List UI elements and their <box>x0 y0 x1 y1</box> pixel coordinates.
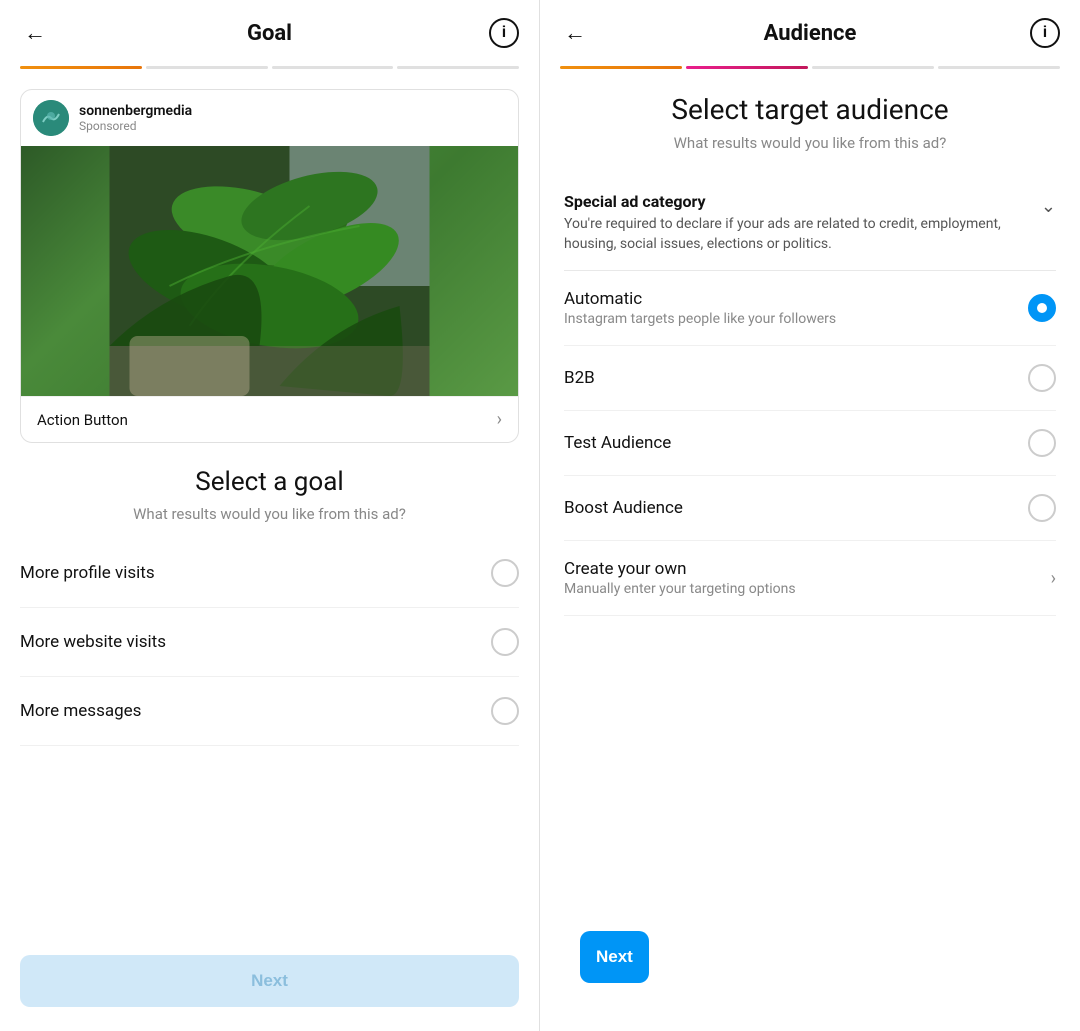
audience-subtitle: What results would you like from this ad… <box>564 134 1056 152</box>
left-title: Goal <box>247 21 292 46</box>
right-progress-seg-3 <box>812 66 934 69</box>
goal-option-messages[interactable]: More messages <box>20 677 519 746</box>
audience-title: Select target audience <box>564 93 1056 126</box>
left-progress-bar <box>0 66 539 77</box>
goal-options-list: More profile visits More website visits … <box>0 531 539 939</box>
special-ad-category-desc: You're required to declare if your ads a… <box>564 215 1029 254</box>
left-progress-seg-2 <box>146 66 268 69</box>
audience-radio-b2b <box>1028 364 1056 392</box>
select-goal-subtitle: What results would you like from this ad… <box>20 505 519 523</box>
audience-radio-boost <box>1028 494 1056 522</box>
right-info-button[interactable]: i <box>1030 18 1060 48</box>
right-progress-seg-4 <box>938 66 1060 69</box>
right-next-button[interactable]: Next <box>580 931 649 983</box>
right-progress-seg-2 <box>686 66 808 69</box>
audience-option-test[interactable]: Test Audience <box>564 411 1056 476</box>
audience-sub-create-own: Manually enter your targeting options <box>564 581 1039 597</box>
audience-sub-automatic: Instagram targets people like your follo… <box>564 311 1028 327</box>
audience-radio-automatic <box>1028 294 1056 322</box>
audience-label-automatic: Automatic <box>564 289 1028 309</box>
right-panel: ← Audience i Select target audience What… <box>540 0 1080 1031</box>
audience-option-automatic[interactable]: Automatic Instagram targets people like … <box>564 271 1056 346</box>
avatar <box>33 100 69 136</box>
left-progress-seg-3 <box>272 66 394 69</box>
ad-image <box>21 146 518 396</box>
goal-option-website-visits[interactable]: More website visits <box>20 608 519 677</box>
audience-option-b2b[interactable]: B2B <box>564 346 1056 411</box>
goal-option-label-messages: More messages <box>20 701 141 721</box>
audience-label-b2b: B2B <box>564 368 1028 388</box>
right-title: Audience <box>764 21 857 46</box>
ad-sponsored-label: Sponsored <box>79 119 192 133</box>
ad-preview-card: sonnenbergmedia Sponsored <box>20 89 519 443</box>
audience-label-boost: Boost Audience <box>564 498 1028 518</box>
left-header: ← Goal i <box>0 0 539 66</box>
ad-account-info: sonnenbergmedia Sponsored <box>79 103 192 133</box>
goal-radio-messages <box>491 697 519 725</box>
special-ad-text: Special ad category You're required to d… <box>564 192 1029 254</box>
right-progress-seg-1 <box>560 66 682 69</box>
ad-action-button-label: Action Button <box>37 411 128 429</box>
left-panel: ← Goal i sonnenbergmedia Sponsored <box>0 0 540 1031</box>
ad-account-name: sonnenbergmedia <box>79 103 192 119</box>
left-next-button: Next <box>20 955 519 1007</box>
right-progress-bar <box>540 66 1080 77</box>
ad-action-chevron-icon: › <box>497 409 502 430</box>
select-goal-title: Select a goal <box>20 467 519 497</box>
goal-radio-profile <box>491 559 519 587</box>
audience-option-boost-info: Boost Audience <box>564 498 1028 518</box>
left-back-button[interactable]: ← <box>20 16 50 50</box>
audience-label-create-own: Create your own <box>564 559 1039 579</box>
create-own-chevron-icon: › <box>1051 568 1056 589</box>
goal-radio-website <box>491 628 519 656</box>
audience-option-b2b-info: B2B <box>564 368 1028 388</box>
audience-option-automatic-info: Automatic Instagram targets people like … <box>564 289 1028 327</box>
audience-option-create-own[interactable]: Create your own Manually enter your targ… <box>564 541 1056 616</box>
right-back-button[interactable]: ← <box>560 16 590 50</box>
special-ad-category-title: Special ad category <box>564 192 1029 211</box>
audience-option-create-own-info: Create your own Manually enter your targ… <box>564 559 1039 597</box>
audience-option-test-info: Test Audience <box>564 433 1028 453</box>
goal-option-label-website: More website visits <box>20 632 166 652</box>
select-goal-section: Select a goal What results would you lik… <box>0 451 539 531</box>
audience-label-test: Test Audience <box>564 433 1028 453</box>
ad-card-footer[interactable]: Action Button › <box>21 396 518 442</box>
audience-option-boost[interactable]: Boost Audience <box>564 476 1056 541</box>
right-header: ← Audience i <box>540 0 1080 66</box>
left-info-button[interactable]: i <box>489 18 519 48</box>
goal-option-profile-visits[interactable]: More profile visits <box>20 539 519 608</box>
ad-card-header: sonnenbergmedia Sponsored <box>21 90 518 146</box>
audience-radio-test <box>1028 429 1056 457</box>
left-progress-seg-1 <box>20 66 142 69</box>
special-ad-chevron-down-icon: ⌄ <box>1041 196 1056 217</box>
right-content: Select target audience What results woul… <box>540 77 1080 899</box>
goal-option-label-profile: More profile visits <box>20 563 155 583</box>
special-ad-category[interactable]: Special ad category You're required to d… <box>564 176 1056 271</box>
right-footer: Next <box>540 899 1080 1031</box>
left-progress-seg-4 <box>397 66 519 69</box>
